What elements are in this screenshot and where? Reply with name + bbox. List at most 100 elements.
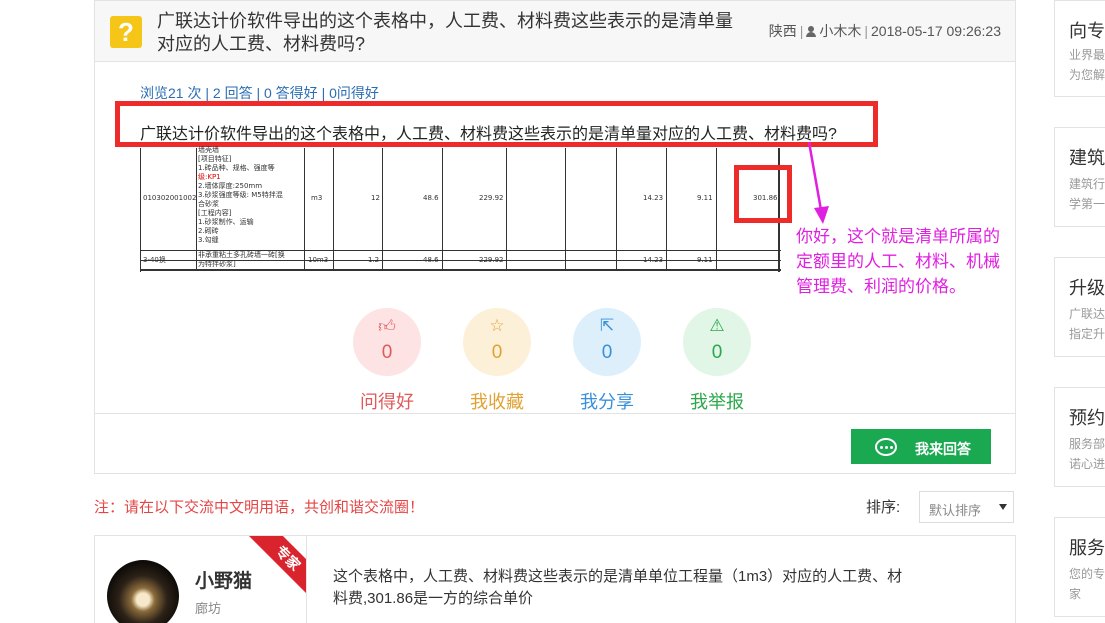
share-circle[interactable]: ⇱ 0 — [573, 308, 641, 376]
answerer-name[interactable]: 小野猫 — [195, 566, 252, 593]
question-meta: 陕西 | 小木木 | 2018-05-17 09:26:23 — [768, 23, 1001, 39]
favorite-action-count: 0 — [491, 342, 503, 363]
row1-qty: 12 — [371, 194, 380, 202]
row2-desc-1: 为特拌砂浆] — [198, 260, 236, 268]
row1-desc-8: 1.砂浆制作、运输 — [198, 218, 254, 226]
highlight-box-caption — [115, 101, 878, 147]
sidebar-title-2: 建筑 — [1069, 148, 1105, 168]
row1-desc-9: 2.砌砖 — [198, 227, 219, 235]
price-table: 墙壳墙 [项目特征] 1.砖品种、规格、强度等 级:KP1 2.墙体厚度:250… — [140, 146, 781, 272]
helpful-action[interactable]: 👍︎ 0 问得好 — [352, 308, 422, 414]
highlight-box-total — [734, 165, 792, 223]
sidebar-desc-4b: 诺心进 — [1069, 457, 1105, 471]
sidebar-title-3: 升级 — [1069, 278, 1105, 298]
helpful-count: 0问得好 — [329, 85, 379, 101]
answer-button-label: 我来回答 — [915, 441, 971, 457]
author-link[interactable]: 小木木 — [819, 23, 861, 39]
chat-bubble-icon — [875, 438, 897, 456]
region[interactable]: 陕西 — [769, 23, 797, 39]
helpful-action-label[interactable]: 问得好 — [352, 388, 422, 414]
row1-desc-2: 1.砖品种、规格、强度等 — [198, 164, 275, 172]
row1-mgmt: 9.11 — [697, 194, 713, 202]
sidebar-card-2[interactable]: 建筑 建筑行 学第一 — [1054, 127, 1105, 227]
row1-unit: m3 — [311, 194, 323, 202]
row1-desc-10: 3.勾缝 — [198, 236, 219, 244]
row2-price2: 229.92 — [479, 256, 504, 264]
answerer-location: 廊坊 — [195, 601, 222, 616]
star-icon: ☆ — [489, 316, 505, 335]
row2-mgmt: 9.11 — [697, 256, 713, 264]
answerer-panel: 小野猫 廊坊 专家 — [95, 536, 307, 623]
favorite-circle[interactable]: ☆ 0 — [463, 308, 531, 376]
avatar[interactable] — [107, 560, 179, 623]
sidebar-desc-5a: 您的专 — [1069, 567, 1105, 581]
row1-desc-3: 级:KP1 — [198, 173, 221, 181]
question-mark-icon: ? — [110, 16, 142, 48]
sidebar-desc-3a: 广联达 — [1069, 307, 1105, 321]
row1-desc-4: 2.墙体厚度:250mm — [198, 182, 263, 190]
row1-desc-1: [项目特征] — [198, 155, 232, 163]
image-annotation: 你好，这个就是清单所属的 定额里的人工、材料、机械 管理费、利润的价格。 — [796, 224, 1046, 299]
row1-desc-6: 合砂浆 — [198, 200, 219, 208]
sidebar-desc-2a: 建筑行 — [1069, 177, 1105, 191]
sidebar-card-3[interactable]: 升级 广联达 指定升 — [1054, 257, 1105, 357]
question-header: ? 广联达计价软件导出的这个表格中，人工费、材料费这些表示的是清单量对应的人工费… — [95, 1, 1015, 62]
user-icon — [806, 26, 817, 37]
answer-text: 这个表格中，人工费、材料费这些表示的是清单单位工程量（1m3）对应的人工费、材料… — [333, 568, 903, 607]
helpful-action-count: 0 — [381, 342, 393, 363]
annotation-line-3: 管理费、利润的价格。 — [796, 277, 966, 296]
answer-card: 小野猫 廊坊 专家 这个表格中，人工费、材料费这些表示的是清单单位工程量（1m3… — [94, 535, 1016, 623]
row2-price1: 48.6 — [423, 256, 439, 264]
civility-notice: 注：请在以下交流中文明用语，共创和谐交流圈！ — [94, 499, 425, 516]
annotation-line-2: 定额里的人工、材料、机械 — [796, 252, 1000, 271]
report-action-label[interactable]: 我举报 — [682, 388, 752, 414]
share-action[interactable]: ⇱ 0 我分享 — [572, 308, 642, 414]
row1-code: 010302001002 — [143, 194, 197, 202]
sidebar-desc-4a: 服务部 — [1069, 437, 1105, 451]
sort-select[interactable]: 默认排序 — [919, 491, 1014, 523]
row1-desc-0: 墙壳墙 — [198, 146, 219, 154]
report-action[interactable]: ⚠ 0 我举报 — [682, 308, 752, 414]
row1-desc-5: 3.砂浆强度等级: M5特拌混 — [198, 191, 283, 199]
share-action-label[interactable]: 我分享 — [572, 388, 642, 414]
row2-code: 3-40换 — [143, 256, 166, 264]
favorite-action-label[interactable]: 我收藏 — [462, 388, 532, 414]
row2-desc-0: 非承重粘土多孔砖墙一砖[换 — [198, 251, 285, 259]
thumbs-up-icon: 👍︎ — [378, 317, 396, 336]
sidebar-desc-5b: 家 — [1069, 587, 1082, 601]
annotation-line-1: 你好，这个就是清单所属的 — [796, 227, 1000, 246]
sidebar-desc-1a: 业界最 — [1069, 48, 1105, 62]
sidebar-card-1[interactable]: 向专 业界最 为您解 — [1054, 0, 1105, 97]
views-count: 浏览21 次 — [140, 85, 202, 101]
sort-label: 排序: — [866, 499, 901, 516]
report-circle[interactable]: ⚠ 0 — [683, 308, 751, 376]
good-answers-count: 0 答得好 — [264, 85, 318, 101]
answers-count[interactable]: 2 回答 — [213, 85, 253, 101]
row2-qty: 1.2 — [368, 256, 380, 264]
sidebar-card-4[interactable]: 预约 服务部 诺心进 — [1054, 387, 1105, 487]
favorite-action[interactable]: ☆ 0 我收藏 — [462, 308, 532, 414]
question-stats: 浏览21 次 | 2 回答 | 0 答得好 | 0问得好 — [140, 85, 379, 101]
sidebar-desc-2b: 学第一 — [1069, 197, 1105, 211]
row1-price2: 229.92 — [479, 194, 504, 202]
sidebar-title-5: 服务 — [1069, 538, 1105, 558]
sidebar-card-5[interactable]: 服务 您的专 家 — [1054, 517, 1105, 617]
row1-desc-7: [工程内容] — [198, 209, 232, 217]
card-divider — [94, 413, 1016, 414]
page: ? 广联达计价软件导出的这个表格中，人工费、材料费这些表示的是清单量对应的人工费… — [0, 0, 1105, 623]
answer-button[interactable]: 我来回答 — [851, 429, 991, 464]
row1-labor: 14.23 — [643, 194, 664, 202]
post-datetime: 2018-05-17 09:26:23 — [871, 23, 1001, 39]
expert-badge: 专家 — [247, 536, 306, 599]
share-icon: ⇱ — [599, 316, 615, 335]
chevron-down-icon — [999, 504, 1007, 510]
share-action-count: 0 — [601, 342, 613, 363]
row2-unit: 10m3 — [308, 256, 329, 264]
sidebar-title-4: 预约 — [1069, 408, 1105, 428]
warning-icon: ⚠ — [709, 316, 725, 335]
sort-selected-value: 默认排序 — [929, 503, 982, 518]
question-title: 广联达计价软件导出的这个表格中，人工费、材料费这些表示的是清单量对应的人工费、材… — [157, 11, 733, 54]
helpful-circle[interactable]: 👍︎ 0 — [353, 308, 421, 376]
sidebar-title-1: 向专 — [1069, 21, 1105, 41]
sidebar-desc-3b: 指定升 — [1069, 327, 1105, 341]
